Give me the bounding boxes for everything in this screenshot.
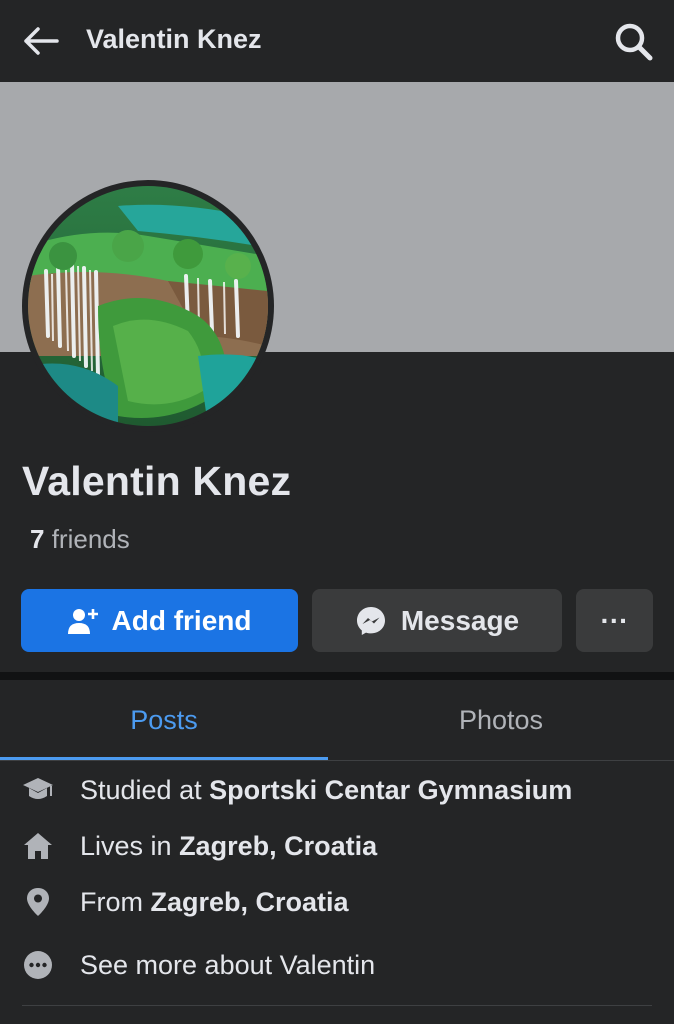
section-divider [0, 672, 674, 680]
info-education: Studied at Sportski Centar Gymnasium [0, 767, 674, 813]
search-button[interactable] [612, 20, 656, 64]
see-more-label: See more about Valentin [80, 949, 376, 980]
profile-tabs: Posts Photos [0, 680, 674, 760]
info-education-text: Studied at Sportski Centar Gymnasium [80, 774, 573, 805]
avatar [28, 186, 268, 426]
bottom-divider [22, 1005, 652, 1006]
messenger-icon [355, 605, 387, 637]
info-lives-in: Lives in Zagreb, Croatia [0, 823, 674, 869]
message-label: Message [400, 604, 520, 636]
tab-photos-label: Photos [458, 704, 544, 735]
top-bar: Valentin Knez [0, 0, 674, 82]
header-title: Valentin Knez [86, 24, 262, 54]
location-pin-icon [22, 886, 54, 918]
more-dots-icon [22, 949, 54, 981]
info-from-text: From Zagreb, Croatia [80, 886, 349, 917]
profile-picture[interactable] [22, 180, 274, 432]
friends-label: friends [51, 524, 130, 554]
message-button[interactable]: Message [312, 589, 562, 652]
more-icon: ··· [600, 604, 629, 636]
graduation-cap-icon [22, 774, 54, 806]
more-options-button[interactable]: ··· [576, 589, 653, 652]
friends-count[interactable]: 7 friends [30, 524, 130, 555]
arrow-left-icon [24, 27, 59, 55]
see-more-about[interactable]: See more about Valentin [0, 942, 674, 988]
info-from: From Zagreb, Croatia [0, 879, 674, 925]
profile-name: Valentin Knez [22, 458, 292, 504]
search-icon [615, 23, 653, 61]
info-lives-text: Lives in Zagreb, Croatia [80, 830, 378, 861]
add-friend-label: Add friend [111, 604, 252, 636]
friends-number: 7 [30, 524, 45, 554]
home-icon [22, 830, 54, 862]
tab-posts[interactable]: Posts [0, 680, 328, 760]
add-friend-button[interactable]: Add friend [21, 589, 298, 652]
back-button[interactable] [20, 22, 62, 60]
tab-photos[interactable]: Photos [328, 680, 674, 760]
tab-posts-label: Posts [130, 704, 198, 735]
add-person-icon [67, 607, 98, 635]
tabs-divider [0, 760, 674, 761]
